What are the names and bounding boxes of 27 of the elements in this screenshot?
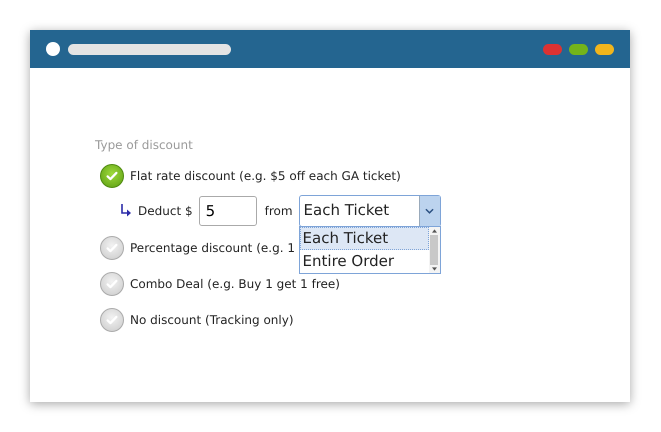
circle-icon	[46, 42, 60, 56]
option-label: No discount (Tracking only)	[130, 313, 294, 327]
dropdown[interactable]: Each Ticket	[298, 195, 441, 227]
option-label: Flat rate discount (e.g. $5 off each GA ticket)	[130, 169, 401, 183]
radio-button[interactable]	[100, 272, 124, 296]
caret-icon	[425, 208, 434, 214]
from-label: from	[264, 204, 293, 218]
section-label: Type of discount	[95, 138, 194, 152]
dropdown-option[interactable]: Each Ticket	[300, 227, 429, 250]
radio-button[interactable]	[100, 236, 124, 260]
scroll-up-icon[interactable]	[432, 229, 437, 233]
arrow-icon	[120, 204, 132, 218]
option-label: Percentage discount (e.g. 1	[130, 241, 295, 255]
minimize-button[interactable]	[595, 44, 614, 54]
amount-field[interactable]: 5	[198, 196, 257, 226]
check-icon	[105, 313, 119, 327]
check-icon	[105, 169, 119, 183]
option-label: Combo Deal (e.g. Buy 1 get 1 free)	[130, 277, 340, 291]
deduct-label: Deduct $	[138, 204, 193, 218]
radio-button[interactable]	[100, 308, 124, 332]
scrollbar[interactable]	[428, 227, 440, 273]
maximize-button[interactable]	[569, 44, 588, 54]
check-icon	[105, 241, 119, 255]
radio-button[interactable]	[100, 164, 124, 188]
check-icon	[105, 277, 119, 291]
scroll-down-icon[interactable]	[432, 267, 437, 271]
dropdown-option[interactable]: Entire Order	[300, 250, 429, 273]
